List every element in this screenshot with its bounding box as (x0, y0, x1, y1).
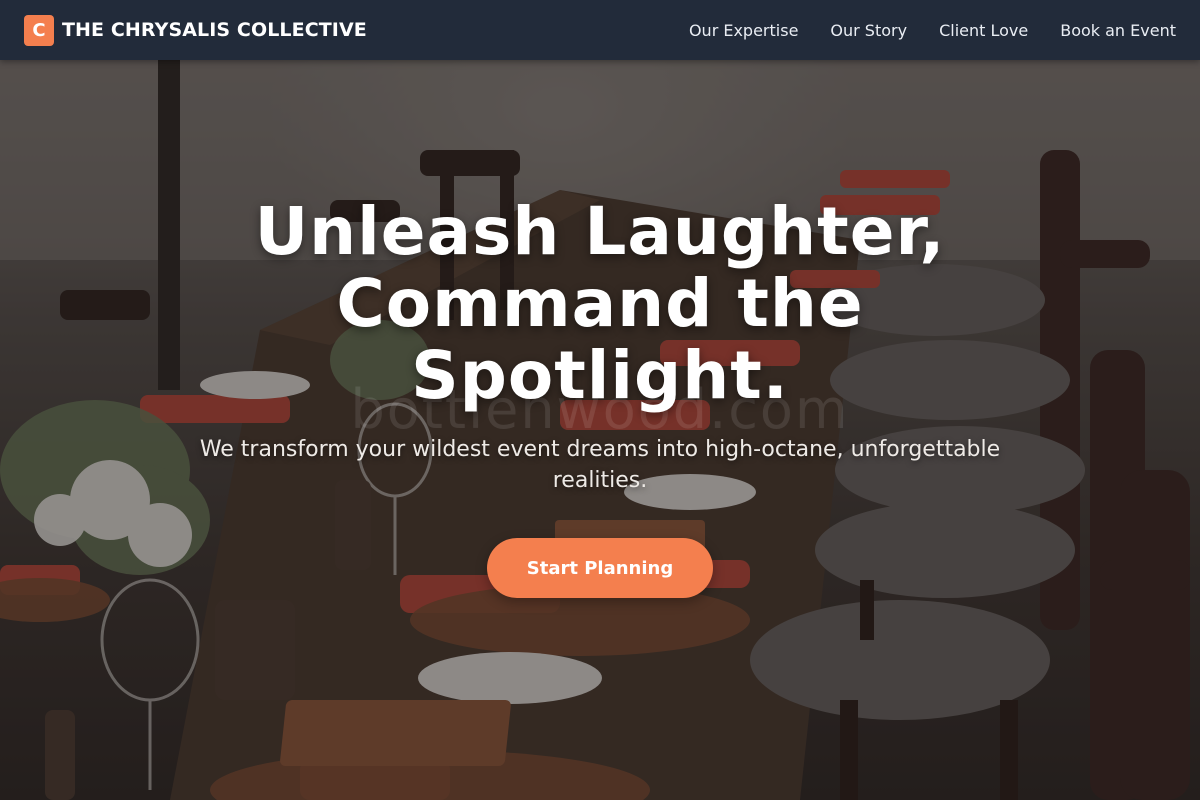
brand-logo-icon: C (24, 14, 54, 46)
hero-subtitle: We transform your wildest event dreams i… (199, 437, 1001, 493)
brand-name: THE CHRYSALIS COLLECTIVE (62, 19, 367, 41)
start-planning-button[interactable]: Start Planning (487, 538, 713, 598)
brand-logo-link[interactable]: C THE CHRYSALIS COLLECTIVE (24, 14, 367, 46)
nav-link-book-an-event[interactable]: Book an Event (1060, 21, 1176, 40)
hero-title: Unleash Laughter, Command the Spotlight. (254, 193, 946, 414)
nav-link-client-love[interactable]: Client Love (939, 21, 1028, 40)
nav-link-our-story[interactable]: Our Story (830, 21, 907, 40)
main-nav: Our Expertise Our Story Client Love Book… (689, 21, 1176, 40)
hero-section: Unleash Laughter, Command the Spotlight.… (0, 196, 1200, 598)
top-navbar: C THE CHRYSALIS COLLECTIVE Our Expertise… (0, 0, 1200, 60)
nav-link-our-expertise[interactable]: Our Expertise (689, 21, 798, 40)
